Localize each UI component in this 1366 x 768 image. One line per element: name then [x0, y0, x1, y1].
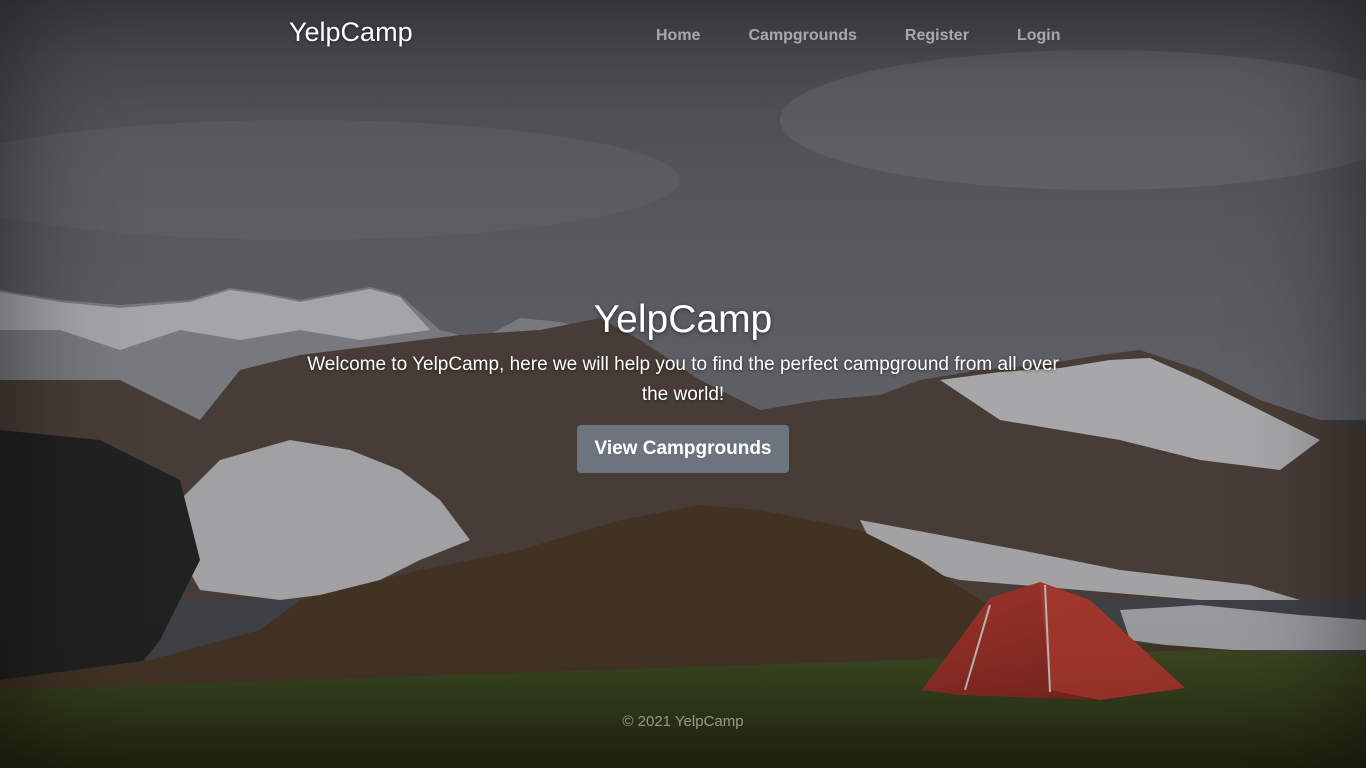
landing-page: YelpCamp Home Campgrounds Register Login… — [0, 0, 1366, 768]
nav-link-register[interactable]: Register — [905, 27, 969, 45]
nav-links: Home Campgrounds Register Login — [656, 27, 1060, 45]
nav-link-home[interactable]: Home — [656, 27, 700, 45]
navbar: YelpCamp Home Campgrounds Register Login — [0, 0, 1366, 72]
hero-section: YelpCamp Welcome to YelpCamp, here we wi… — [283, 296, 1083, 473]
nav-link-campgrounds[interactable]: Campgrounds — [748, 27, 856, 45]
hero-title: YelpCamp — [593, 298, 773, 341]
hero-lead-text: Welcome to YelpCamp, here we will help y… — [307, 354, 1059, 405]
nav-link-login[interactable]: Login — [1017, 27, 1061, 45]
brand-logo-link[interactable]: YelpCamp — [289, 17, 413, 48]
footer-copyright: © 2021 YelpCamp — [622, 713, 744, 730]
view-campgrounds-button[interactable]: View Campgrounds — [577, 425, 789, 473]
